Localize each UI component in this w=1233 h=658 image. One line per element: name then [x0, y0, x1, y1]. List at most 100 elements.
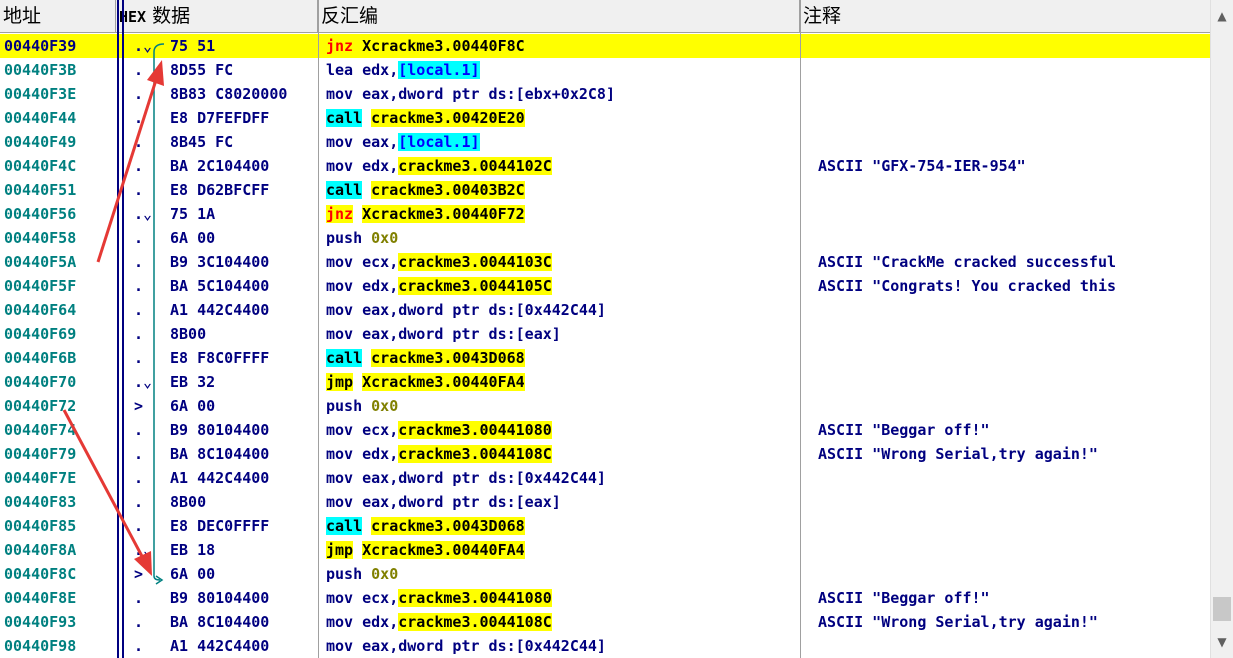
disassembly-token: mov eax,dword ptr ds:[eax] — [326, 325, 561, 343]
comment-cell — [818, 202, 1210, 226]
disassembly-cell: mov ecx,crackme3.0044103C — [326, 250, 806, 274]
disassembly-cell: call crackme3.0043D068 — [326, 514, 806, 538]
jump-marker: . — [134, 517, 144, 535]
hex-bytes-cell: 6A 00 — [170, 397, 216, 415]
instruction-row[interactable]: 00440F93. BA 8C104400 mov edx,crackme3.004… — [0, 610, 1210, 634]
jump-marker: . — [134, 637, 144, 655]
comment-cell: ASCII "Wrong Serial,try again!" — [818, 445, 1098, 463]
disassembly-token: Xcrackme3.00440F8C — [362, 37, 525, 55]
comment-column-header[interactable]: 注释 — [800, 0, 1210, 32]
instruction-row[interactable]: 00440F8E. B9 80104400 mov ecx,crackme3.004… — [0, 586, 1210, 610]
hex-bytes-cell: B9 80104400 — [170, 421, 270, 439]
disassembly-cell: mov eax,dword ptr ds:[eax] — [326, 490, 806, 514]
instruction-row[interactable]: 00440F5F. BA 5C104400 mov edx,crackme3.004… — [0, 274, 1210, 298]
jump-marker: . — [134, 589, 144, 607]
jump-marker: . — [134, 349, 144, 367]
instruction-row[interactable]: 00440F74. B9 80104400 mov ecx,crackme3.004… — [0, 418, 1210, 442]
jump-marker: . — [134, 445, 144, 463]
scrollbar-thumb[interactable] — [1213, 597, 1231, 621]
instruction-row[interactable]: 00440F7E. A1 442C4400 mov eax,dword ptr ds… — [0, 466, 1210, 490]
disassembly-token: 0x0 — [371, 565, 399, 583]
hex-bytes-cell: 8D55 FC — [170, 61, 234, 79]
disassembly-token: call — [326, 109, 363, 127]
address-cell: 00440F74 — [4, 421, 77, 439]
address-column-header[interactable]: 地址 — [0, 0, 116, 32]
disassembly-header-label: 反汇编 — [321, 5, 379, 27]
instruction-row[interactable]: 00440F56 .⌄ 75 1A jnz Xcrackme3.00440F72 — [0, 202, 1210, 226]
instruction-row[interactable]: 00440F85. E8 DEC0FFFF call crackme3.0043D0… — [0, 514, 1210, 538]
disassembly-token: jnz — [326, 37, 354, 55]
address-cell: 00440F85 — [4, 517, 77, 535]
address-cell: 00440F58 — [4, 229, 77, 247]
comment-cell — [818, 106, 1210, 130]
instruction-row[interactable]: 00440F5A. B9 3C104400 mov ecx,crackme3.004… — [0, 250, 1210, 274]
disassembly-cell: mov eax,dword ptr ds:[0x442C44] — [326, 634, 806, 658]
hex-bytes-cell: BA 8C104400 — [170, 613, 270, 631]
jump-marker: .⌄ — [134, 541, 153, 559]
scroll-up-button[interactable]: ▲ — [1211, 6, 1233, 26]
instruction-row[interactable]: 00440F98. A1 442C4400 mov eax,dword ptr ds… — [0, 634, 1210, 658]
jump-marker: . — [134, 277, 144, 295]
instruction-row[interactable]: 00440F69. 8B00 mov eax,dword ptr ds:[eax] — [0, 322, 1210, 346]
scroll-down-button[interactable]: ▼ — [1211, 632, 1233, 652]
address-cell: 00440F93 — [4, 613, 77, 631]
instruction-row[interactable]: 00440F72 >6A 00 push 0x0 — [0, 394, 1210, 418]
instruction-row[interactable]: 00440F64. A1 442C4400 mov eax,dword ptr ds… — [0, 298, 1210, 322]
instruction-row[interactable]: 00440F49. 8B45 FC mov eax,[local.1] — [0, 130, 1210, 154]
disassembly-token: mov ecx, — [326, 421, 399, 439]
disassembly-cell: call crackme3.00420E20 — [326, 106, 806, 130]
disassembly-token: call — [326, 181, 363, 199]
instruction-list[interactable]: 00440F39 .⌄ 75 51 jnz Xcrackme3.00440F8C 004… — [0, 33, 1210, 658]
disassembly-token: [local.1] — [398, 133, 480, 151]
comment-cell — [818, 514, 1210, 538]
jump-marker: . — [134, 613, 144, 631]
disassembly-token — [353, 37, 362, 55]
disassembly-cell: call crackme3.00403B2C — [326, 178, 806, 202]
disassembly-token: mov eax, — [326, 133, 399, 151]
instruction-row[interactable]: 00440F8C >6A 00 push 0x0 — [0, 562, 1210, 586]
hex-bytes-cell: 8B00 — [170, 493, 207, 511]
address-cell: 00440F51 — [4, 181, 77, 199]
disassembly-column-header[interactable]: 反汇编 — [318, 0, 800, 32]
address-cell: 00440F5F — [4, 277, 77, 295]
vertical-scrollbar[interactable]: ▲ ▼ — [1210, 0, 1233, 658]
disassembly-token: mov ecx, — [326, 253, 399, 271]
disassembly-cell: jnz Xcrackme3.00440F72 — [326, 202, 806, 226]
address-cell: 00440F4C — [4, 157, 77, 175]
instruction-row[interactable]: 00440F8A .⌄ EB 18 jmp Xcrackme3.00440FA4 — [0, 538, 1210, 562]
chevron-up-icon: ▲ — [1217, 9, 1227, 23]
instruction-row[interactable]: 00440F79. BA 8C104400 mov edx,crackme3.004… — [0, 442, 1210, 466]
instruction-row[interactable]: 00440F4C. BA 2C104400 mov edx,crackme3.004… — [0, 154, 1210, 178]
instruction-row[interactable]: 00440F3B. 8D55 FC lea edx,[local.1] — [0, 58, 1210, 82]
disassembly-token: crackme3.00403B2C — [371, 181, 525, 199]
instruction-row[interactable]: 00440F44. E8 D7FEFDFF call crackme3.00420E… — [0, 106, 1210, 130]
disassembly-token: push — [326, 229, 372, 247]
address-cell: 00440F64 — [4, 301, 77, 319]
disassembly-cell: jnz Xcrackme3.00440F8C — [326, 34, 806, 58]
address-cell: 00440F5A — [4, 253, 77, 271]
address-cell: 00440F8A — [4, 541, 77, 559]
jump-marker: .⌄ — [134, 373, 153, 391]
disassembly-token: crackme3.00441080 — [398, 589, 552, 607]
disassembly-token: crackme3.0044108C — [398, 445, 552, 463]
disassembly-token: crackme3.0044108C — [398, 613, 552, 631]
hex-column-header[interactable]: HEX 数据 — [116, 0, 318, 32]
instruction-row[interactable]: 00440F58. 6A 00 push 0x0 — [0, 226, 1210, 250]
address-cell: 00440F79 — [4, 445, 77, 463]
comment-cell — [818, 226, 1210, 250]
instruction-row[interactable]: 00440F39 .⌄ 75 51 jnz Xcrackme3.00440F8C — [0, 34, 1210, 58]
disassembly-token: jmp — [326, 541, 354, 559]
instruction-row[interactable]: 00440F70 .⌄ EB 32 jmp Xcrackme3.00440FA4 — [0, 370, 1210, 394]
disassembly-cell: mov ecx,crackme3.00441080 — [326, 418, 806, 442]
disassembly-token: crackme3.0044105C — [398, 277, 552, 295]
instruction-row[interactable]: 00440F83. 8B00 mov eax,dword ptr ds:[eax] — [0, 490, 1210, 514]
instruction-row[interactable]: 00440F3E. 8B83 C8020000 mov eax,dword ptr … — [0, 82, 1210, 106]
column-divider-disassembly — [800, 0, 801, 658]
address-cell: 00440F8E — [4, 589, 77, 607]
instruction-row[interactable]: 00440F6B. E8 F8C0FFFF call crackme3.0043D0… — [0, 346, 1210, 370]
disassembly-token: push — [326, 565, 372, 583]
disassembly-token: mov eax,dword ptr ds:[eax] — [326, 493, 561, 511]
comment-cell: ASCII "Wrong Serial,try again!" — [818, 613, 1098, 631]
instruction-row[interactable]: 00440F51. E8 D62BFCFF call crackme3.00403B… — [0, 178, 1210, 202]
column-header: 地址 HEX 数据 反汇编 注释 — [0, 0, 1210, 33]
